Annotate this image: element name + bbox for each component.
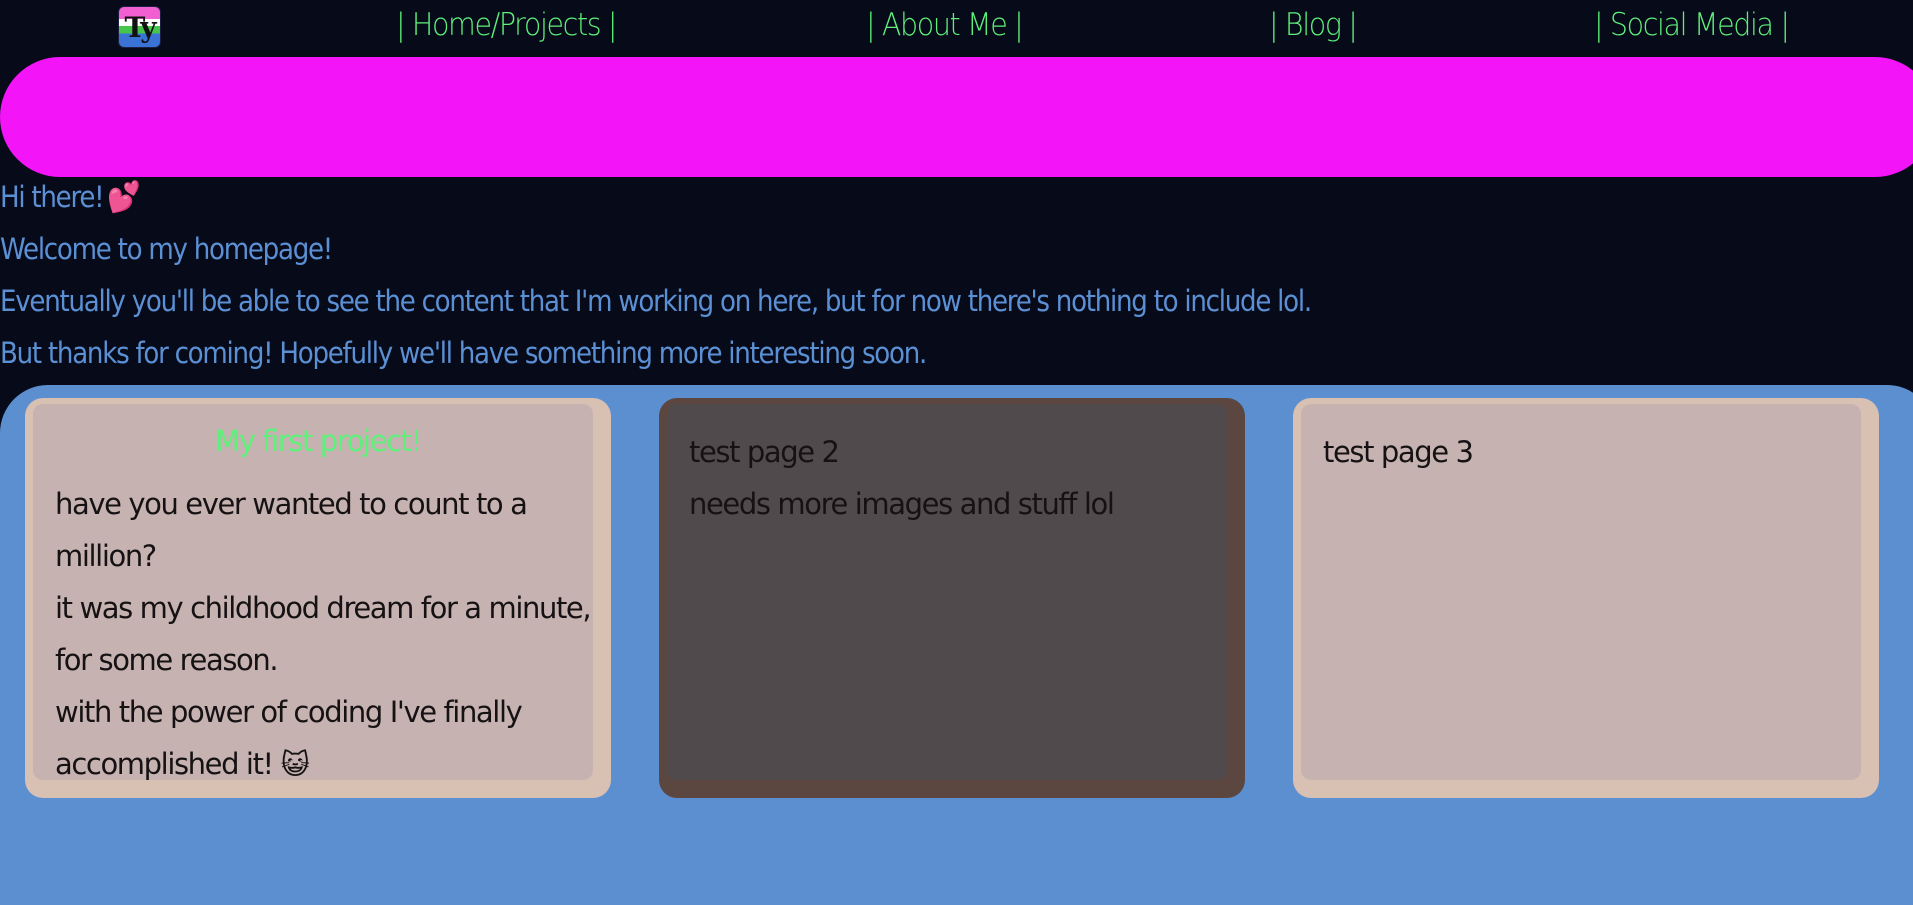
intro-welcome: Welcome to my homepage! <box>0 232 333 266</box>
nav-link-home-projects[interactable]: | Home/Projects | <box>396 2 618 48</box>
project-card-1[interactable]: My first project! have you ever wanted t… <box>25 398 611 798</box>
site-logo[interactable]: Ty <box>118 6 161 48</box>
header-banner <box>0 57 1913 177</box>
nav-link-social-media[interactable]: | Social Media | <box>1594 2 1790 48</box>
project-card-3[interactable]: test page 3 <box>1293 398 1879 798</box>
project-card-1-line: with the power of coding I've finally ac… <box>55 686 591 791</box>
nav-link-blog[interactable]: | Blog | <box>1269 2 1358 48</box>
project-card-2-line: needs more images and stuff lol <box>689 487 1115 521</box>
intro-eventually: Eventually you'll be able to see the con… <box>0 284 1312 318</box>
logo-text: Ty <box>124 11 156 44</box>
project-card-1-line: it was my childhood dream for a minute, … <box>55 591 592 677</box>
project-card-2[interactable]: test page 2 needs more images and stuff … <box>659 398 1245 798</box>
greeting: Hi there! 💕 <box>0 180 141 215</box>
project-card-3-line: test page 3 <box>1323 435 1474 469</box>
project-card-2-line: test page 2 <box>689 435 840 469</box>
project-card-2-text: test page 2 needs more images and stuff … <box>689 426 1225 530</box>
nav-link-about-me[interactable]: | About Me | <box>866 2 1024 48</box>
hearts-icon: 💕 <box>106 180 141 215</box>
project-card-1-text: have you ever wanted to count to a milli… <box>55 478 592 791</box>
project-card-1-line: have you ever wanted to count to a milli… <box>55 487 528 573</box>
intro-thanks: But thanks for coming! Hopefully we'll h… <box>0 336 927 370</box>
top-nav: Ty | Home/Projects | | About Me | | Blog… <box>0 0 1913 54</box>
cat-icon: 😺 <box>280 748 310 781</box>
greeting-text: Hi there! <box>0 180 105 214</box>
project-card-1-title: My first project! <box>215 424 422 458</box>
project-card-3-text: test page 3 <box>1323 426 1859 478</box>
